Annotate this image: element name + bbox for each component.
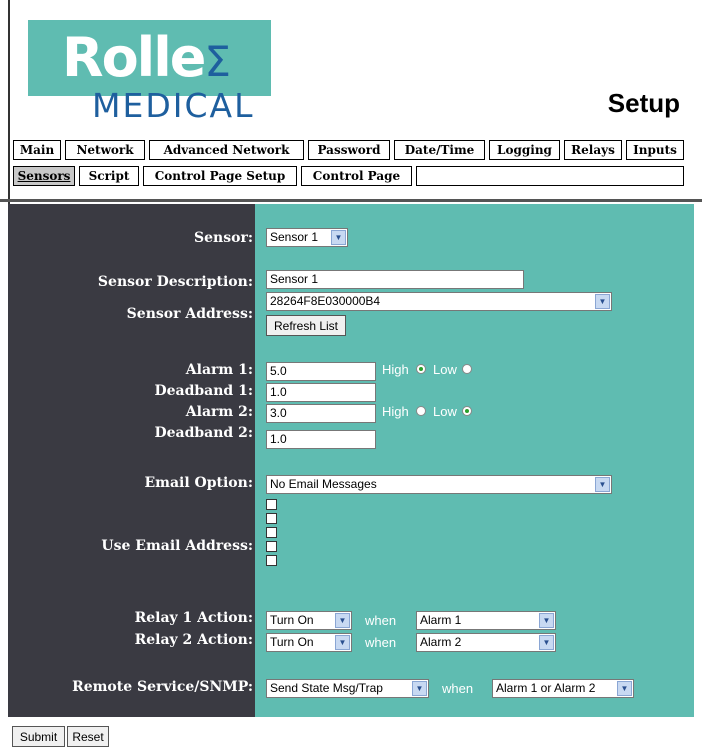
- relay-1-condition-value: Alarm 1: [420, 613, 462, 627]
- sensor-select[interactable]: Sensor 1 ▼: [266, 228, 348, 247]
- email-address-checkbox-5[interactable]: [266, 555, 277, 566]
- alarm-1-input[interactable]: 5.0: [266, 362, 376, 381]
- sensor-address-select[interactable]: 28264F8E030000B4 ▼: [266, 292, 612, 311]
- chevron-down-icon: ▼: [617, 681, 632, 696]
- remote-service-action-value: Send State Msg/Trap: [270, 681, 383, 695]
- remote-service-when-label: when: [442, 681, 474, 696]
- relay-1-action-label: Relay 1 Action:: [134, 610, 253, 626]
- tab-inputs[interactable]: Inputs: [626, 140, 684, 160]
- alarm-2-label: Alarm 2:: [185, 404, 253, 420]
- remote-service-snmp-label: Remote Service/SNMP:: [72, 679, 253, 695]
- email-address-checkbox-2[interactable]: [266, 513, 277, 524]
- email-address-checkbox-4[interactable]: [266, 541, 277, 552]
- email-option-select[interactable]: No Email Messages ▼: [266, 475, 612, 494]
- chevron-down-icon: ▼: [539, 635, 554, 650]
- remote-service-condition-select[interactable]: Alarm 1 or Alarm 2 ▼: [492, 679, 634, 698]
- relay-2-action-label: Relay 2 Action:: [134, 632, 253, 648]
- alarm-1-high-radio[interactable]: [416, 364, 426, 374]
- relay-1-action-select[interactable]: Turn On ▼: [266, 611, 352, 630]
- alarm-2-high-label: High: [382, 404, 409, 419]
- logo-wordmark: RolleΣ: [62, 26, 231, 92]
- reset-button[interactable]: Reset: [67, 726, 109, 747]
- alarm-1-low-label: Low: [433, 362, 457, 377]
- deadband-1-label: Deadband 1:: [154, 383, 253, 399]
- alarm-1-high-label: High: [382, 362, 409, 377]
- logo-word: Rolle: [62, 26, 206, 89]
- rollex-medical-logo: RolleΣ MEDICAL: [28, 20, 271, 125]
- sensor-description-input[interactable]: Sensor 1: [266, 270, 524, 289]
- alarm-2-low-label: Low: [433, 404, 457, 419]
- tab-sensors[interactable]: Sensors: [13, 166, 75, 186]
- refresh-list-button[interactable]: Refresh List: [266, 315, 346, 336]
- chevron-down-icon: ▼: [331, 230, 346, 245]
- tab-relays[interactable]: Relays: [564, 140, 622, 160]
- email-address-checkbox-1[interactable]: [266, 499, 277, 510]
- sensor-address-value: 28264F8E030000B4: [270, 294, 381, 308]
- logo-subtitle: MEDICAL: [92, 86, 255, 125]
- alarm-1-low-radio[interactable]: [462, 364, 472, 374]
- page-title: Setup: [607, 88, 680, 118]
- relay-2-action-value: Turn On: [270, 635, 314, 649]
- relay-2-condition-select[interactable]: Alarm 2 ▼: [416, 633, 556, 652]
- relay-1-action-value: Turn On: [270, 613, 314, 627]
- deadband-2-input[interactable]: 1.0: [266, 430, 376, 449]
- tab-advanced-network[interactable]: Advanced Network: [149, 140, 304, 160]
- email-option-label: Email Option:: [144, 475, 253, 491]
- tab-control-page[interactable]: Control Page: [301, 166, 412, 186]
- tab-script[interactable]: Script: [79, 166, 139, 186]
- chevron-down-icon: ▼: [335, 635, 350, 650]
- submit-button[interactable]: Submit: [12, 726, 65, 747]
- alarm-1-label: Alarm 1:: [185, 362, 253, 378]
- relay-2-when-label: when: [365, 635, 397, 650]
- remote-service-condition-value: Alarm 1 or Alarm 2: [496, 681, 596, 695]
- chevron-down-icon: ▼: [595, 477, 610, 492]
- email-address-checkbox-3[interactable]: [266, 527, 277, 538]
- relay-2-action-select[interactable]: Turn On ▼: [266, 633, 352, 652]
- use-email-address-label: Use Email Address:: [101, 538, 253, 554]
- logo-sigma: Σ: [204, 37, 231, 86]
- alarm-2-input[interactable]: 3.0: [266, 404, 376, 423]
- deadband-2-label: Deadband 2:: [154, 425, 253, 441]
- tab-network[interactable]: Network: [65, 140, 145, 160]
- tab-date-time[interactable]: Date/Time: [394, 140, 485, 160]
- tab-control-page-setup[interactable]: Control Page Setup: [143, 166, 297, 186]
- tab-main[interactable]: Main: [13, 140, 61, 160]
- tab-empty-filler: [416, 166, 684, 186]
- left-border-line: [8, 0, 10, 205]
- header-separator: [0, 199, 702, 202]
- sensor-label: Sensor:: [194, 230, 253, 246]
- chevron-down-icon: ▼: [412, 681, 427, 696]
- tab-logging[interactable]: Logging: [489, 140, 560, 160]
- relay-1-condition-select[interactable]: Alarm 1 ▼: [416, 611, 556, 630]
- remote-service-action-select[interactable]: Send State Msg/Trap ▼: [266, 679, 429, 698]
- relay-2-condition-value: Alarm 2: [420, 635, 462, 649]
- alarm-2-high-radio[interactable]: [416, 406, 426, 416]
- chevron-down-icon: ▼: [335, 613, 350, 628]
- relay-1-when-label: when: [365, 613, 397, 628]
- sensor-select-value: Sensor 1: [270, 230, 319, 244]
- alarm-2-low-radio[interactable]: [462, 406, 472, 416]
- chevron-down-icon: ▼: [595, 294, 610, 309]
- sensor-address-label: Sensor Address:: [126, 306, 253, 322]
- sensor-description-label: Sensor Description:: [97, 274, 253, 290]
- chevron-down-icon: ▼: [539, 613, 554, 628]
- email-option-value: No Email Messages: [270, 477, 377, 491]
- tab-password[interactable]: Password: [308, 140, 390, 160]
- deadband-1-input[interactable]: 1.0: [266, 383, 376, 402]
